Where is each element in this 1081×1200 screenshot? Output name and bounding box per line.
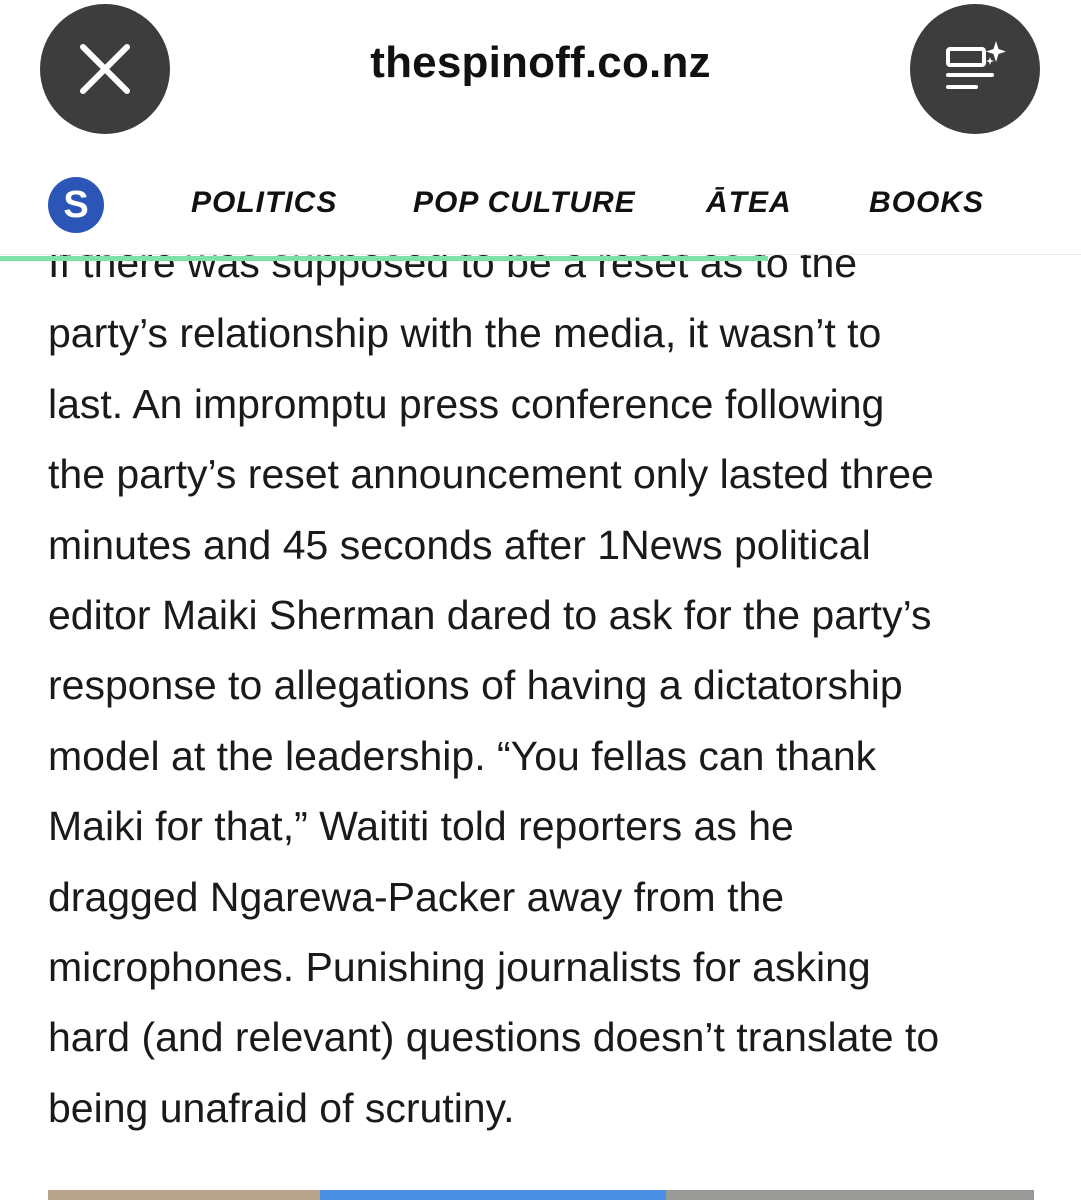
image-tile	[666, 1190, 1034, 1200]
article-body: If there was supposed to be a reset as t…	[48, 228, 1048, 1143]
reader-sparkle-icon	[946, 41, 1006, 89]
nav-item-pop-culture[interactable]: POP CULTURE	[413, 186, 636, 220]
reader-mode-button[interactable]	[910, 4, 1040, 134]
article-paragraph: party’s relationship with the media, it …	[48, 310, 940, 1131]
article-image-edge	[48, 1190, 1034, 1200]
nav-item-books[interactable]: BOOKS	[869, 186, 984, 220]
image-tile	[320, 1190, 666, 1200]
screen: thespinoff.co.nz S POLITICS POP CULTURE …	[0, 0, 1081, 1200]
nav-item-politics[interactable]: POLITICS	[191, 186, 337, 220]
reading-progress-bar	[0, 256, 768, 261]
browser-top-bar: thespinoff.co.nz	[0, 0, 1081, 150]
nav-item-atea[interactable]: ĀTEA	[706, 186, 792, 220]
spinoff-logo[interactable]: S	[48, 177, 104, 233]
site-navigation: S POLITICS POP CULTURE ĀTEA BOOKS	[0, 150, 1081, 255]
image-tile	[48, 1190, 320, 1200]
